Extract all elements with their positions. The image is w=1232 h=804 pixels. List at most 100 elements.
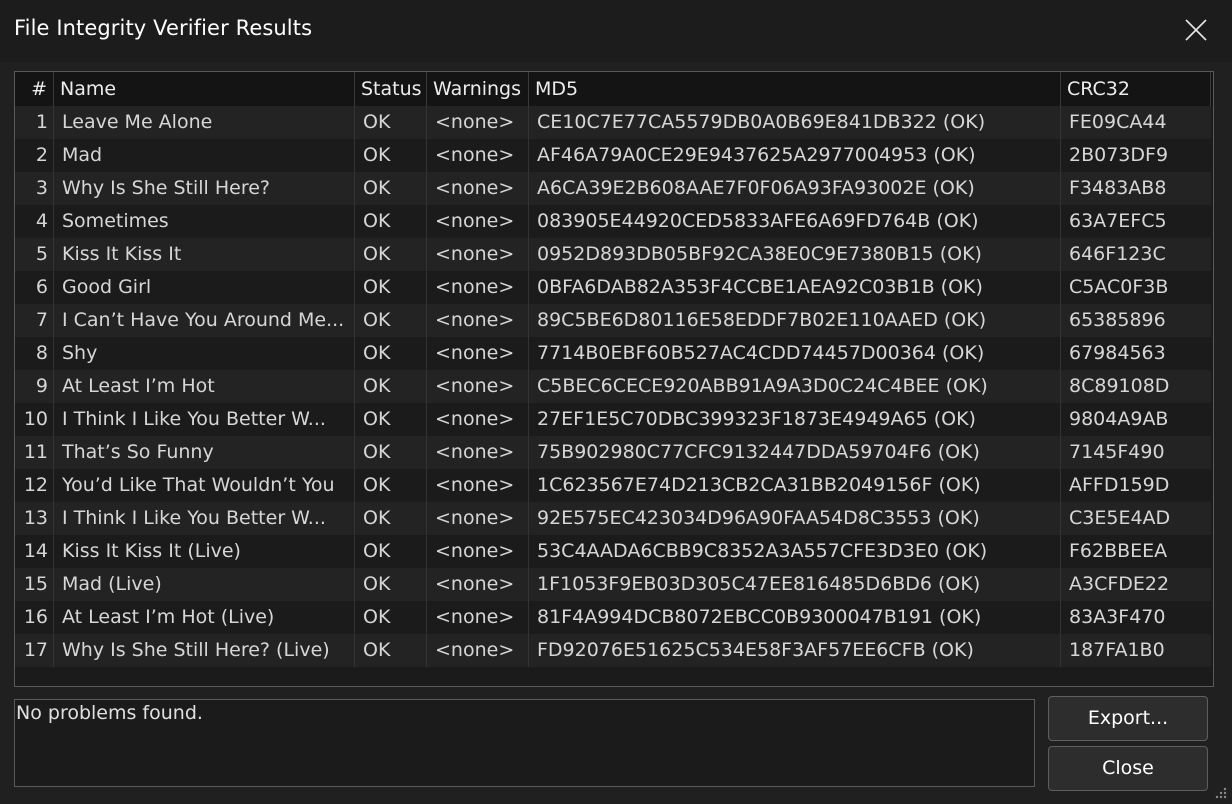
- table-row[interactable]: 4 Sometimes OK <none> 083905E44920CED5833AFE…: [15, 205, 1211, 238]
- cell-crc32: 65385896: [1069, 309, 1166, 331]
- table-row[interactable]: 11 That’s So Funny OK <none> 75B902980C77CFC…: [15, 436, 1211, 469]
- column-header-name[interactable]: Name: [54, 72, 355, 106]
- cell-warnings: <none>: [435, 507, 515, 529]
- column-divider: [426, 106, 427, 667]
- table-row[interactable]: 10 I Think I Like You Better W... OK <none>…: [15, 403, 1211, 436]
- cell-status: OK: [363, 573, 391, 595]
- resize-grip-icon[interactable]: [1214, 786, 1228, 800]
- cell-crc32: 67984563: [1069, 342, 1166, 364]
- cell-number: 4: [35, 210, 48, 232]
- cell-number: 6: [35, 276, 48, 298]
- table-row[interactable]: 8 Shy OK <none> 7714B0EBF60B527AC4CDD74457D0…: [15, 337, 1211, 370]
- cell-status: OK: [363, 243, 391, 265]
- cell-number: 10: [23, 408, 48, 430]
- cell-crc32: F3483AB8: [1069, 177, 1167, 199]
- cell-crc32: C5AC0F3B: [1069, 276, 1169, 298]
- cell-status: OK: [363, 144, 391, 166]
- cell-status: OK: [363, 441, 391, 463]
- cell-status: OK: [363, 474, 391, 496]
- cell-md5: 083905E44920CED5833AFE6A69FD764B (OK): [537, 210, 979, 232]
- cell-warnings: <none>: [435, 375, 515, 397]
- cell-md5: 81F4A994DCB8072EBCC0B9300047B191 (OK): [537, 606, 982, 628]
- table-row[interactable]: 14 Kiss It Kiss It (Live) OK <none> 53C4AADA…: [15, 535, 1211, 568]
- cell-number: 16: [23, 606, 48, 628]
- cell-md5: 53C4AADA6CBB9C8352A3A557CFE3D3E0 (OK): [537, 540, 988, 562]
- cell-status: OK: [363, 507, 391, 529]
- table-row[interactable]: 2 Mad OK <none> AF46A79A0CE29E9437625A297700…: [15, 139, 1211, 172]
- cell-number: 5: [35, 243, 48, 265]
- cell-status: OK: [363, 375, 391, 397]
- table-row[interactable]: 6 Good Girl OK <none> 0BFA6DAB82A353F4CCBE1A…: [15, 271, 1211, 304]
- cell-warnings: <none>: [435, 309, 515, 331]
- column-divider: [1060, 106, 1061, 667]
- cell-number: 11: [23, 441, 48, 463]
- column-header-crc32[interactable]: CRC32: [1061, 72, 1211, 106]
- cell-warnings: <none>: [435, 474, 515, 496]
- cell-crc32: 83A3F470: [1069, 606, 1166, 628]
- cell-crc32: 7145F490: [1069, 441, 1165, 463]
- cell-name: Leave Me Alone: [62, 111, 213, 133]
- cell-name: At Least I’m Hot: [62, 375, 215, 397]
- cell-warnings: <none>: [435, 276, 515, 298]
- column-header-number[interactable]: #: [15, 72, 54, 106]
- close-button[interactable]: Close: [1048, 746, 1208, 791]
- cell-number: 1: [35, 111, 48, 133]
- table-row[interactable]: 7 I Can’t Have You Around Me... OK <none> 89…: [15, 304, 1211, 337]
- table-row[interactable]: 17 Why Is She Still Here? (Live) OK <none> F…: [15, 634, 1211, 667]
- column-header-status[interactable]: Status: [355, 72, 427, 106]
- column-header-md5[interactable]: MD5: [529, 72, 1061, 106]
- cell-warnings: <none>: [435, 540, 515, 562]
- table-row[interactable]: 3 Why Is She Still Here? OK <none> A6CA39E2B…: [15, 172, 1211, 205]
- cell-name: Shy: [62, 342, 98, 364]
- cell-crc32: 646F123C: [1069, 243, 1166, 265]
- cell-number: 3: [35, 177, 48, 199]
- status-message: No problems found.: [16, 702, 203, 724]
- results-table: # Name Status Warnings MD5 CRC32 1 Leave …: [14, 71, 1214, 687]
- cell-name: Mad (Live): [62, 573, 162, 595]
- cell-name: I Think I Like You Better W...: [62, 507, 326, 529]
- cell-md5: 92E575EC423034D96A90FAA54D8C3553 (OK): [537, 507, 980, 529]
- window-title: File Integrity Verifier Results: [14, 16, 313, 40]
- cell-name: Why Is She Still Here?: [62, 177, 271, 199]
- cell-status: OK: [363, 309, 391, 331]
- cell-status: OK: [363, 639, 391, 661]
- table-row[interactable]: 12 You’d Like That Wouldn’t You OK <none> 1C…: [15, 469, 1211, 502]
- close-icon: [1185, 19, 1207, 41]
- table-row[interactable]: 9 At Least I’m Hot OK <none> C5BEC6CECE920AB…: [15, 370, 1211, 403]
- cell-md5: C5BEC6CECE920ABB91A9A3D0C24C4BEE (OK): [537, 375, 988, 397]
- cell-status: OK: [363, 408, 391, 430]
- cell-crc32: C3E5E4AD: [1069, 507, 1171, 529]
- table-row[interactable]: 16 At Least I’m Hot (Live) OK <none> 81F4A99…: [15, 601, 1211, 634]
- table-row[interactable]: 15 Mad (Live) OK <none> 1F1053F9EB03D305C47E…: [15, 568, 1211, 601]
- cell-warnings: <none>: [435, 210, 515, 232]
- cell-md5: 1F1053F9EB03D305C47EE816485D6BD6 (OK): [537, 573, 981, 595]
- cell-number: 7: [35, 309, 48, 331]
- cell-md5: CE10C7E77CA5579DB0A0B69E841DB322 (OK): [537, 111, 986, 133]
- cell-name: I Think I Like You Better W...: [62, 408, 326, 430]
- cell-warnings: <none>: [435, 243, 515, 265]
- cell-name: I Can’t Have You Around Me...: [62, 309, 345, 331]
- cell-crc32: 63A7EFC5: [1069, 210, 1167, 232]
- close-window-button[interactable]: [1172, 8, 1220, 52]
- cell-number: 8: [35, 342, 48, 364]
- export-button[interactable]: Export...: [1048, 696, 1208, 741]
- cell-warnings: <none>: [435, 441, 515, 463]
- cell-status: OK: [363, 342, 391, 364]
- cell-crc32: A3CFDE22: [1069, 573, 1170, 595]
- cell-name: At Least I’m Hot (Live): [62, 606, 275, 628]
- table-row[interactable]: 13 I Think I Like You Better W... OK <none>…: [15, 502, 1211, 535]
- cell-number: 12: [23, 474, 48, 496]
- status-message-box[interactable]: No problems found.: [14, 699, 1035, 787]
- cell-md5: A6CA39E2B608AAE7F0F06A93FA93002E (OK): [537, 177, 975, 199]
- results-dialog: File Integrity Verifier Results # Name S…: [0, 0, 1232, 804]
- table-row[interactable]: 1 Leave Me Alone OK <none> CE10C7E77CA5579DB…: [15, 106, 1211, 139]
- column-divider: [528, 106, 529, 667]
- cell-md5: AF46A79A0CE29E9437625A2977004953 (OK): [537, 144, 976, 166]
- cell-warnings: <none>: [435, 408, 515, 430]
- table-row[interactable]: 5 Kiss It Kiss It OK <none> 0952D893DB05BF92…: [15, 238, 1211, 271]
- cell-name: Why Is She Still Here? (Live): [62, 639, 330, 661]
- cell-name: Mad: [62, 144, 103, 166]
- column-header-warnings[interactable]: Warnings: [427, 72, 529, 106]
- cell-name: That’s So Funny: [62, 441, 214, 463]
- cell-crc32: AFFD159D: [1069, 474, 1170, 496]
